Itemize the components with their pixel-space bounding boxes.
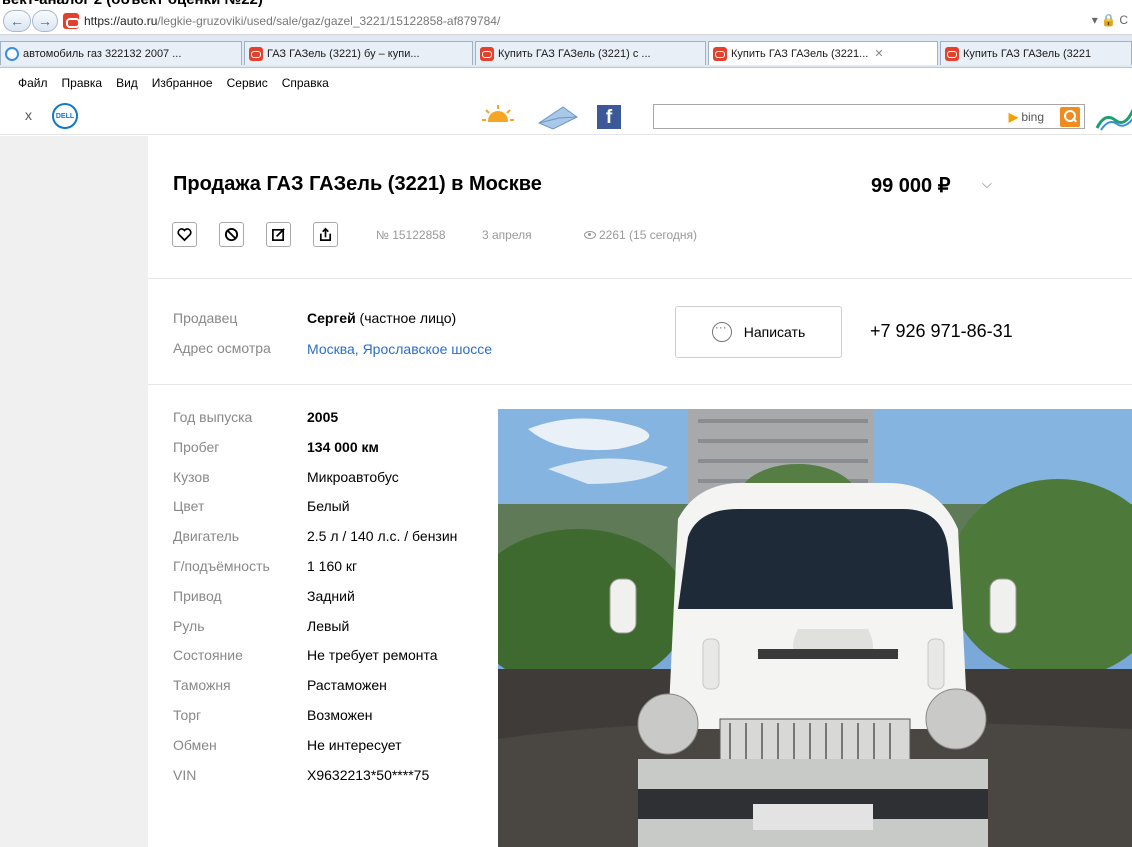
spec-label: Руль — [173, 618, 205, 634]
spec-value: Возможен — [307, 707, 373, 723]
listing-views: 2261 (15 сегодня) — [584, 228, 697, 242]
hide-listing-button[interactable] — [219, 222, 244, 247]
heart-icon — [177, 228, 192, 242]
seller-value: Сергей (частное лицо) — [307, 310, 456, 326]
spec-value: 1 160 кг — [307, 558, 358, 574]
search-icon[interactable] — [1060, 107, 1080, 127]
spec-label: VIN — [173, 767, 197, 783]
ie-icon — [5, 46, 19, 61]
mail-icon[interactable] — [537, 105, 579, 131]
menu-help[interactable]: Справка — [282, 76, 329, 90]
spec-value: 2.5 л / 140 л.с. / бензин — [307, 528, 458, 544]
tab-bar: автомобиль газ 322132 2007 ... ГАЗ ГАЗел… — [0, 35, 1132, 68]
spec-value: Белый — [307, 498, 350, 514]
spec-label: Двигатель — [173, 528, 240, 544]
menu-tools[interactable]: Сервис — [227, 76, 268, 90]
address-label: Адрес осмотра — [173, 340, 271, 356]
spec-value: Задний — [307, 588, 355, 604]
divider — [148, 278, 1132, 279]
spec-label: Таможня — [173, 677, 231, 693]
url-host: https://auto.ru — [84, 14, 158, 28]
tab-3[interactable]: Купить ГАЗ ГАЗель (3221) с ... — [475, 41, 706, 65]
weather-sun-icon[interactable] — [481, 104, 515, 132]
spec-value: Не требует ремонта — [307, 647, 438, 663]
tab-1[interactable]: автомобиль газ 322132 2007 ... — [0, 41, 242, 65]
listing-price[interactable]: 99 000 ₽ — [871, 173, 950, 198]
write-message-button[interactable]: Написать — [675, 306, 842, 358]
share-button[interactable] — [313, 222, 338, 247]
autoru-icon — [945, 46, 959, 61]
share-icon — [319, 227, 332, 241]
spec-label: Обмен — [173, 737, 217, 753]
menu-favorites[interactable]: Избранное — [152, 76, 213, 90]
back-button[interactable]: ← — [3, 10, 31, 32]
menu-file[interactable]: Файл — [18, 76, 48, 90]
spec-value: Микроавтобус — [307, 469, 399, 485]
autoru-icon — [713, 46, 727, 61]
spec-value: Левый — [307, 618, 350, 634]
menu-view[interactable]: Вид — [116, 76, 138, 90]
car-photo[interactable] — [498, 409, 1132, 847]
page-content: Продажа ГАЗ ГАЗель (3221) в Москве 99 00… — [0, 136, 1132, 847]
facebook-icon[interactable]: f — [597, 105, 621, 129]
spec-value: X9632213*50****75 — [307, 767, 430, 783]
seller-type: (частное лицо) — [355, 310, 457, 326]
url-field[interactable]: https://auto.ru/legkie-gruzoviki/used/sa… — [84, 14, 500, 28]
divider — [148, 384, 1132, 385]
close-tab-icon[interactable]: ✕ — [874, 47, 883, 60]
spec-value: Растаможен — [307, 677, 387, 693]
tab-5[interactable]: Купить ГАЗ ГАЗель (3221 — [940, 41, 1132, 65]
document-caption: ъект-аналог 2 (объект оценки №22) — [0, 0, 263, 9]
arrow-right-icon: → — [38, 13, 52, 29]
tab-2[interactable]: ГАЗ ГАЗель (3221) бу – купи... — [244, 41, 473, 65]
browser-toolbar: x DELL f ▶ bing — [0, 97, 1132, 135]
forward-button[interactable]: → — [32, 10, 58, 32]
search-input[interactable]: ▶ bing — [653, 104, 1085, 129]
listing-card: Продажа ГАЗ ГАЗель (3221) в Москве 99 00… — [148, 136, 1132, 847]
note-button[interactable] — [266, 222, 291, 247]
edit-note-icon — [272, 228, 285, 241]
chat-icon — [711, 320, 732, 342]
menu-edit[interactable]: Правка — [62, 76, 103, 90]
tab-4-active[interactable]: Купить ГАЗ ГАЗель (3221... ✕ — [708, 41, 938, 65]
bing-logo: ▶ bing — [1008, 110, 1044, 124]
dell-logo[interactable]: DELL — [52, 103, 78, 129]
autoru-icon — [480, 46, 494, 61]
autoru-favicon-icon — [63, 13, 80, 29]
seller-label: Продавец — [173, 310, 238, 326]
spec-label: Состояние — [173, 647, 243, 663]
spec-label: Год выпуска — [173, 409, 253, 425]
listing-title: Продажа ГАЗ ГАЗель (3221) в Москве — [173, 173, 542, 195]
spec-label: Торг — [173, 707, 202, 723]
spec-label: Г/подъёмность — [173, 558, 270, 574]
autoru-icon — [249, 46, 263, 61]
url-tools[interactable]: ▾ 🔒 C — [1092, 13, 1128, 27]
spec-label: Кузов — [173, 469, 210, 485]
favorite-button[interactable] — [172, 222, 197, 247]
seller-phone[interactable]: +7 926 971-86-31 — [870, 321, 1013, 342]
listing-date: 3 апреля — [482, 228, 532, 242]
spec-value: 2005 — [307, 409, 339, 425]
spec-value: Не интересует — [307, 737, 402, 753]
spec-value: 134 000 км — [307, 439, 379, 455]
spec-label: Цвет — [173, 498, 205, 514]
spec-label: Привод — [173, 588, 222, 604]
url-path: /legkie-gruzoviki/used/sale/gaz/gazel_32… — [157, 14, 501, 28]
address-bar: ← → https://auto.ru/legkie-gruzoviki/use… — [0, 9, 1132, 35]
seller-name: Сергей — [307, 310, 356, 326]
toolbar-wave-icon[interactable] — [1095, 106, 1132, 132]
spec-label: Пробег — [173, 439, 220, 455]
listing-number: № 15122858 — [376, 228, 446, 242]
chevron-down-icon[interactable]: ⌵ — [982, 176, 992, 192]
arrow-left-icon: ← — [10, 13, 24, 29]
block-icon — [224, 227, 239, 242]
toolbar-close-button[interactable]: x — [25, 107, 32, 123]
address-link[interactable]: Москва, Ярославское шоссе — [307, 341, 492, 357]
eye-icon — [584, 231, 596, 239]
menu-bar: Файл Правка Вид Избранное Сервис Справка — [0, 68, 1132, 97]
